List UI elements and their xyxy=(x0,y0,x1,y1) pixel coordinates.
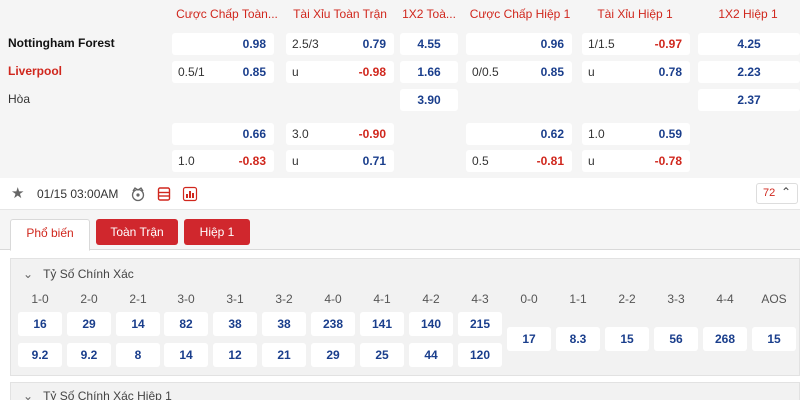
odds-cell-hdp-ft-home[interactable]: 0.98 xyxy=(172,33,274,55)
odds-cell-1x2-ft-away[interactable]: 1.66 xyxy=(400,61,458,83)
score-odds-cell[interactable]: 141 xyxy=(360,312,404,336)
odds-cell-hdp-h1-home[interactable]: 0.96 xyxy=(466,33,572,55)
odds-cell-ou-h1-under[interactable]: u 0.78 xyxy=(582,61,690,83)
score-odds-cell[interactable]: 38 xyxy=(262,312,306,336)
score-header: 4-2 xyxy=(422,292,440,306)
correct-score-h1-header[interactable]: ⌄ Tỷ Số Chính Xác Hiệp 1 xyxy=(23,389,172,400)
team-home: Nottingham Forest xyxy=(8,36,115,50)
bar-chart-icon[interactable] xyxy=(182,186,198,202)
stats-sheet-icon[interactable] xyxy=(156,186,172,202)
chevron-down-icon: ⌄ xyxy=(23,389,34,400)
header-handicap-ft: Cược Chấp Toàn... xyxy=(176,7,278,21)
odds-cell-hdp-ft-away[interactable]: 0.5/1 0.85 xyxy=(172,61,274,83)
score-odds-cell[interactable]: 17 xyxy=(507,327,551,351)
match-toolbar: ★ 01/15 03:00AM 72 ⌃ xyxy=(0,178,800,210)
score-odds-cell[interactable]: 14 xyxy=(116,312,160,336)
score-header: 1-1 xyxy=(569,292,587,306)
star-icon[interactable]: ★ xyxy=(11,184,24,202)
header-over-under-ft: Tài Xỉu Toàn Trận xyxy=(293,7,387,21)
score-odds-cell[interactable]: 9.2 xyxy=(67,343,111,367)
more-markets-button[interactable]: 72 ⌃ xyxy=(756,183,798,204)
score-header: 0-0 xyxy=(520,292,538,306)
score-odds-cell[interactable]: 15 xyxy=(605,327,649,351)
odds-cell-ou-h1-over-2[interactable]: 1.0 0.59 xyxy=(582,123,690,145)
stadium-icon[interactable] xyxy=(130,186,146,202)
score-header: 4-4 xyxy=(716,292,734,306)
score-odds-cell[interactable]: 215 xyxy=(458,312,502,336)
odds-cell-1x2-h1-draw[interactable]: 2.37 xyxy=(698,89,800,111)
score-header: 3-0 xyxy=(177,292,195,306)
score-odds-cell[interactable]: 44 xyxy=(409,343,453,367)
correct-score-h1-section: ⌄ Tỷ Số Chính Xác Hiệp 1 xyxy=(10,382,800,400)
score-odds-cell[interactable]: 29 xyxy=(67,312,111,336)
correct-score-title: Tỷ Số Chính Xác xyxy=(43,267,134,281)
odds-cell-1x2-ft-draw[interactable]: 3.90 xyxy=(400,89,458,111)
odds-cell-1x2-h1-home[interactable]: 4.25 xyxy=(698,33,800,55)
correct-score-h1-title: Tỷ Số Chính Xác Hiệp 1 xyxy=(43,389,172,400)
score-odds-cell[interactable]: 120 xyxy=(458,343,502,367)
score-odds-cell[interactable]: 15 xyxy=(752,327,796,351)
odds-cell-ou-h1-over[interactable]: 1/1.5 -0.97 xyxy=(582,33,690,55)
score-header: 1-0 xyxy=(31,292,49,306)
odds-cell-1x2-h1-away[interactable]: 2.23 xyxy=(698,61,800,83)
odds-cell-hdp-ft-home-2[interactable]: 0.66 xyxy=(172,123,274,145)
match-datetime: 01/15 03:00AM xyxy=(37,187,119,201)
score-odds-cell[interactable]: 25 xyxy=(360,343,404,367)
score-odds-cell[interactable]: 21 xyxy=(262,343,306,367)
score-odds-cell[interactable]: 29 xyxy=(311,343,355,367)
score-header: AOS xyxy=(761,292,787,306)
correct-score-section: ⌄ Tỷ Số Chính Xác 1-0 2-0 2-1 3-0 3-1 3-2… xyxy=(10,258,800,376)
score-odds-cell[interactable]: 8.3 xyxy=(556,327,600,351)
market-tabs: Phổ biến Toàn Trận Hiệp 1 xyxy=(0,210,800,251)
score-header: 4-1 xyxy=(373,292,391,306)
odds-cell-1x2-ft-home[interactable]: 4.55 xyxy=(400,33,458,55)
score-header: 3-3 xyxy=(667,292,685,306)
odds-cell-hdp-h1-away-2[interactable]: 0.5 -0.81 xyxy=(466,150,572,172)
score-header: 2-1 xyxy=(129,292,147,306)
tab-full-match[interactable]: Toàn Trận xyxy=(96,219,178,245)
odds-cell-ou-ft-under[interactable]: u -0.98 xyxy=(286,61,394,83)
correct-score-header[interactable]: ⌄ Tỷ Số Chính Xác xyxy=(23,267,134,281)
odds-cell-ou-ft-over-2[interactable]: 3.0 -0.90 xyxy=(286,123,394,145)
score-odds-cell[interactable]: 8 xyxy=(116,343,160,367)
header-handicap-h1: Cược Chấp Hiệp 1 xyxy=(469,7,571,21)
score-header: 2-2 xyxy=(618,292,636,306)
odds-cell-hdp-h1-away[interactable]: 0/0.5 0.85 xyxy=(466,61,572,83)
score-odds-cell[interactable]: 268 xyxy=(703,327,747,351)
score-odds-cell[interactable]: 56 xyxy=(654,327,698,351)
score-odds-cell[interactable]: 238 xyxy=(311,312,355,336)
score-header: 4-0 xyxy=(324,292,342,306)
odds-cell-hdp-ft-away-2[interactable]: 1.0 -0.83 xyxy=(172,150,274,172)
odds-cell-hdp-h1-home-2[interactable]: 0.62 xyxy=(466,123,572,145)
score-odds-cell[interactable]: 14 xyxy=(164,343,208,367)
score-header: 3-1 xyxy=(226,292,244,306)
odds-panel: Cược Chấp Toàn... Tài Xỉu Toàn Trận 1X2 … xyxy=(0,0,800,178)
odds-cell-ou-ft-over[interactable]: 2.5/3 0.79 xyxy=(286,33,394,55)
header-1x2-ft: 1X2 Toà... xyxy=(402,7,456,21)
score-odds-cell[interactable]: 16 xyxy=(18,312,62,336)
team-away: Liverpool xyxy=(8,64,63,78)
score-odds-cell[interactable]: 12 xyxy=(213,343,257,367)
score-header: 3-2 xyxy=(275,292,293,306)
score-odds-cell[interactable]: 38 xyxy=(213,312,257,336)
score-odds-cell[interactable]: 9.2 xyxy=(18,343,62,367)
odds-cell-ou-h1-under-2[interactable]: u -0.78 xyxy=(582,150,690,172)
score-header: 4-3 xyxy=(471,292,489,306)
score-odds-cell[interactable]: 82 xyxy=(164,312,208,336)
tab-popular[interactable]: Phổ biến xyxy=(10,219,90,251)
tab-first-half[interactable]: Hiệp 1 xyxy=(184,219,250,245)
chevron-down-icon: ⌄ xyxy=(23,267,34,281)
header-over-under-h1: Tài Xỉu Hiệp 1 xyxy=(597,7,673,21)
chevron-up-icon: ⌃ xyxy=(780,185,791,199)
score-header: 2-0 xyxy=(80,292,98,306)
header-1x2-h1: 1X2 Hiệp 1 xyxy=(718,7,778,21)
score-odds-cell[interactable]: 140 xyxy=(409,312,453,336)
odds-cell-ou-ft-under-2[interactable]: u 0.71 xyxy=(286,150,394,172)
team-draw: Hòa xyxy=(8,92,31,106)
